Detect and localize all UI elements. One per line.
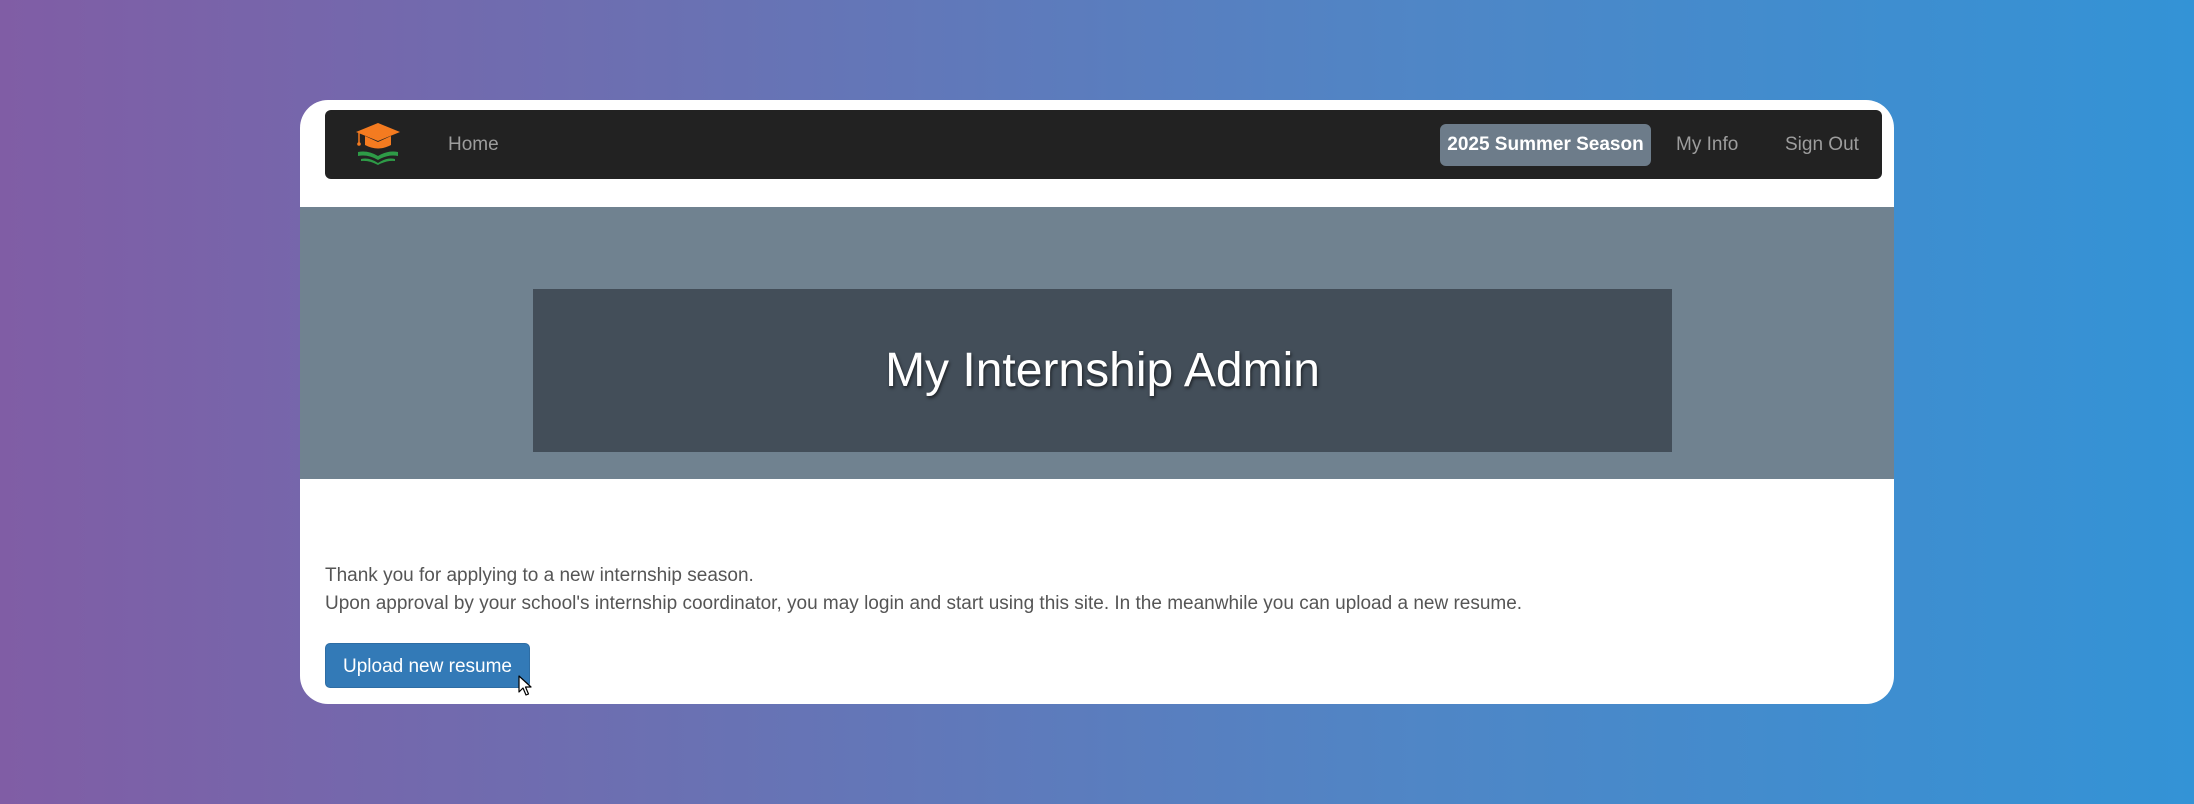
nav-my-info-link[interactable]: My Info [1676, 110, 1738, 179]
nav-sign-out-link[interactable]: Sign Out [1785, 110, 1859, 179]
upload-resume-button[interactable]: Upload new resume [325, 643, 530, 688]
nav-home-link[interactable]: Home [448, 110, 499, 179]
application-message: Thank you for applying to a new internsh… [325, 562, 1522, 618]
message-line-approval: Upon approval by your school's internshi… [325, 593, 1523, 614]
hero-title-box: My Internship Admin [533, 289, 1672, 452]
hero-banner: My Internship Admin [300, 207, 1894, 479]
mouse-pointer-icon [518, 675, 532, 696]
page-title: My Internship Admin [885, 344, 1320, 397]
message-line-thanks: Thank you for applying to a new internsh… [325, 565, 754, 586]
season-selector-button[interactable]: 2025 Summer Season [1440, 124, 1651, 166]
main-card: Home 2025 Summer Season My Info Sign Out… [300, 100, 1894, 704]
navbar: Home 2025 Summer Season My Info Sign Out [325, 110, 1882, 179]
graduation-cap-book-icon[interactable] [353, 119, 403, 169]
